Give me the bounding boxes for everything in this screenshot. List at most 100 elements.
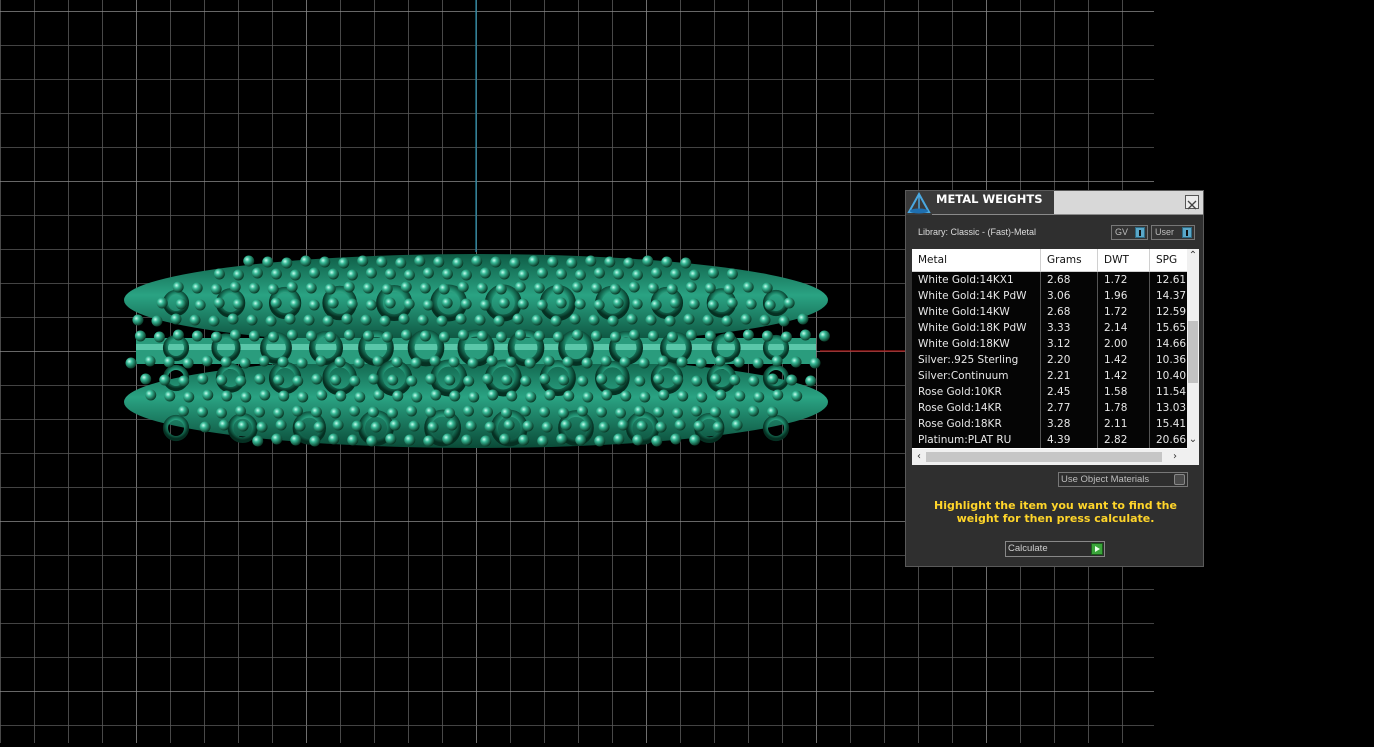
bead (311, 373, 323, 385)
bead (726, 297, 738, 309)
scroll-right-icon[interactable]: › (1170, 452, 1180, 462)
bead (685, 281, 697, 293)
scroll-up-icon[interactable]: ⌃ (1188, 251, 1198, 261)
bead (253, 406, 265, 418)
bead (709, 406, 721, 418)
bead (569, 313, 581, 325)
bead (341, 313, 353, 325)
bead (419, 330, 431, 342)
cell-spg: 14.37 (1156, 290, 1187, 302)
table-row[interactable]: Silver:Continuum 2.21 1.42 10.40 (912, 368, 1187, 384)
bead (324, 331, 336, 343)
close-button[interactable] (1185, 195, 1199, 210)
cell-spg: 14.66 (1156, 338, 1187, 350)
bead (650, 267, 662, 279)
bead (715, 389, 727, 401)
bead (481, 406, 493, 418)
bead (582, 391, 594, 403)
table-row[interactable]: Rose Gold:10KR 2.45 1.58 11.54 (912, 384, 1187, 400)
cell-spg: 10.36 (1156, 354, 1187, 366)
bead (408, 420, 420, 432)
bead (556, 433, 568, 445)
bead (543, 355, 555, 367)
bead (690, 405, 702, 417)
vertical-scrollbar[interactable]: ⌃ ⌄ (1187, 249, 1199, 449)
bead (384, 297, 396, 309)
bead (671, 407, 683, 419)
bead (372, 355, 384, 367)
bead (259, 389, 271, 401)
radio-icon[interactable] (1174, 474, 1185, 485)
bead (676, 356, 688, 368)
bead (296, 357, 308, 369)
scroll-left-icon[interactable]: ‹ (914, 452, 924, 462)
column-header-spg[interactable]: SPG (1150, 249, 1190, 271)
use-object-materials-option[interactable]: Use Object Materials (1058, 472, 1188, 487)
bead (636, 420, 648, 432)
bead (201, 355, 213, 367)
bead (467, 357, 479, 369)
bead (175, 298, 187, 310)
bead (666, 283, 678, 295)
bead (347, 434, 359, 446)
bead (652, 406, 664, 418)
bead (159, 374, 171, 386)
bead (229, 329, 241, 341)
bead (593, 299, 605, 311)
bead (362, 282, 374, 294)
cell-metal: Rose Gold:14KR (912, 400, 1041, 416)
bead (232, 298, 244, 310)
bead (626, 313, 638, 325)
bead (550, 315, 562, 327)
bead (707, 267, 719, 279)
bead (425, 373, 437, 385)
table-row[interactable]: White Gold:18KW 3.12 2.00 14.66 (912, 336, 1187, 352)
table-row[interactable]: White Gold:14KX1 2.68 1.72 12.61 (912, 272, 1187, 288)
table-row[interactable]: Silver:.925 Sterling 2.20 1.42 10.36 (912, 352, 1187, 368)
bead (704, 330, 716, 342)
calculate-button[interactable]: Calculate (1005, 541, 1105, 557)
bead (289, 298, 301, 310)
cell-grams: 2.20 (1041, 352, 1098, 368)
bead (818, 330, 830, 342)
bead (512, 313, 524, 325)
bead (433, 256, 445, 268)
bead (533, 282, 545, 294)
horizontal-scrollbar[interactable]: ‹ › (912, 449, 1199, 465)
gv-toggle[interactable]: GV (1111, 225, 1148, 240)
bead (593, 267, 605, 279)
column-header-grams[interactable]: Grams (1041, 249, 1098, 271)
cell-grams: 2.21 (1041, 368, 1098, 384)
table-row[interactable]: Rose Gold:18KR 3.28 2.11 15.41 (912, 416, 1187, 432)
vertical-scroll-thumb[interactable] (1188, 321, 1198, 383)
bead (210, 331, 222, 343)
table-row[interactable]: Platinum:PLAT RU 4.39 2.82 20.66 (912, 432, 1187, 448)
bead (683, 313, 695, 325)
bead (506, 390, 518, 402)
bead (360, 314, 372, 326)
bead (537, 435, 549, 447)
user-toggle[interactable]: User (1151, 225, 1195, 240)
bead (590, 282, 602, 294)
bead (688, 269, 700, 281)
table-row[interactable]: Rose Gold:14KR 2.77 1.78 13.03 (912, 400, 1187, 416)
metal-table[interactable]: Metal Grams DWT SPG White Gold:14KX1 2.68… (912, 249, 1199, 465)
bead (305, 330, 317, 342)
bead (427, 421, 439, 433)
bead (183, 391, 195, 403)
bead (262, 256, 274, 268)
panel-titlebar[interactable]: METAL WEIGHTS (906, 191, 1203, 215)
scroll-down-icon[interactable]: ⌄ (1188, 435, 1198, 445)
column-header-dwt[interactable]: DWT (1098, 249, 1150, 271)
bead (761, 330, 773, 342)
column-header-metal[interactable]: Metal (912, 249, 1041, 271)
bead (366, 435, 378, 447)
table-row[interactable]: White Gold:14KW 2.68 1.72 12.59 (912, 304, 1187, 320)
table-row[interactable]: White Gold:18K PdW 3.33 2.14 15.65 (912, 320, 1187, 336)
table-row[interactable]: White Gold:14K PdW 3.06 1.96 14.37 (912, 288, 1187, 304)
ring-model[interactable] (124, 254, 830, 448)
bead (672, 374, 684, 386)
bead (514, 281, 526, 293)
horizontal-scroll-thumb[interactable] (926, 452, 1162, 462)
bead (680, 257, 692, 269)
